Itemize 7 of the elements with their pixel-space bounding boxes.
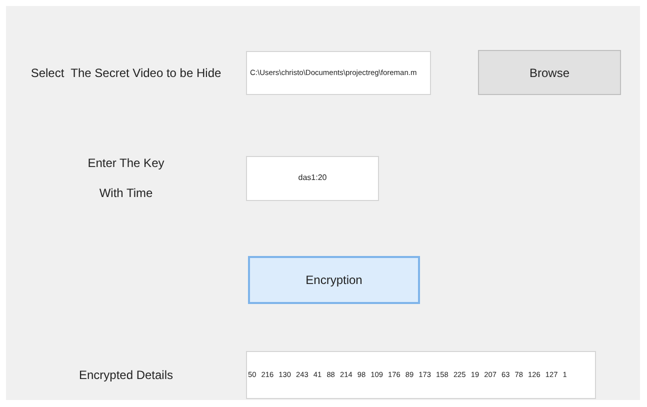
key-label: Enter The Key — [88, 155, 164, 172]
key-label: With Time — [99, 185, 153, 202]
encryption-button[interactable]: Encryption — [248, 256, 420, 304]
video-label: Select The Secret Video to be Hide — [30, 66, 222, 80]
browse-button[interactable]: Browse — [478, 50, 621, 95]
details-label: Encrypted Details — [78, 368, 174, 382]
key-field[interactable]: das1:20 — [246, 156, 379, 200]
